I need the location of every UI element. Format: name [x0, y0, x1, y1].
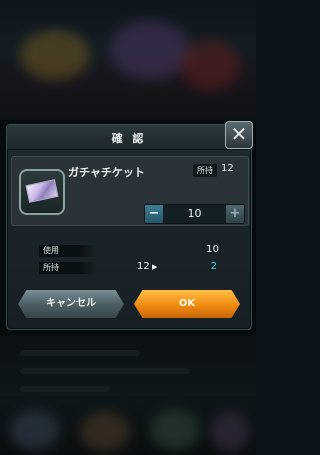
- use-row: 使用 10: [39, 244, 219, 259]
- dialog-titlebar: 確 認: [7, 125, 251, 150]
- use-value: 10: [206, 244, 219, 255]
- quantity-stepper: − 10 +: [144, 204, 245, 224]
- arrow-right-icon: ▶: [152, 263, 158, 271]
- confirm-dialog: 確 認 ガチャチケット 所持 12 − 10 + 使用 10 所持 12 ▶ 2…: [6, 124, 252, 330]
- ok-button[interactable]: OK: [134, 290, 240, 318]
- dialog-title: 確 認: [111, 132, 147, 145]
- owned-value: 12: [221, 163, 234, 174]
- owned-label: 所持: [193, 164, 217, 177]
- decrement-button[interactable]: −: [145, 205, 163, 223]
- owned-change-row: 所持 12 ▶ 2: [39, 261, 219, 276]
- item-panel: ガチャチケット 所持 12 − 10 +: [11, 156, 249, 226]
- increment-button[interactable]: +: [226, 205, 244, 223]
- close-icon[interactable]: ✕: [225, 121, 253, 149]
- ticket-icon: [25, 179, 59, 203]
- owned-after: 2: [210, 261, 217, 272]
- cancel-button[interactable]: キャンセル: [18, 290, 124, 318]
- quantity-value: 10: [187, 207, 202, 220]
- use-label: 使用: [39, 245, 97, 257]
- item-name: ガチャチケット: [68, 166, 145, 179]
- item-icon-frame: [19, 169, 65, 215]
- owned-change-label: 所持: [39, 262, 97, 274]
- owned-before: 12: [137, 261, 150, 272]
